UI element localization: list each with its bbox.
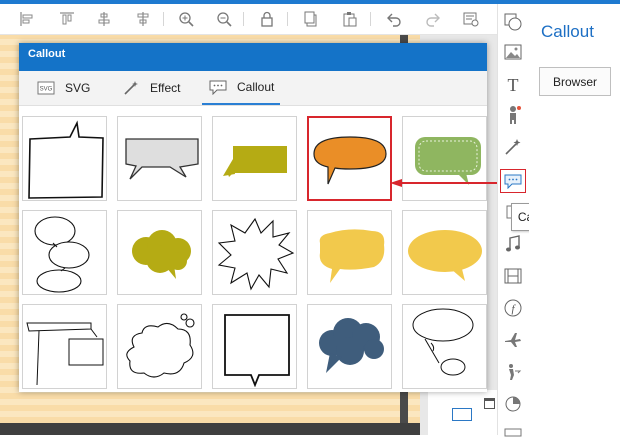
square-callout[interactable] <box>212 304 297 389</box>
toolbar-separator <box>163 12 164 26</box>
redo-icon[interactable] <box>423 9 443 29</box>
tab-callout[interactable]: Callout <box>202 71 281 105</box>
function-icon[interactable]: f <box>503 298 523 318</box>
shape-icon[interactable] <box>503 12 523 32</box>
navy-cloud-callout[interactable] <box>307 304 392 389</box>
distribute-icon[interactable] <box>133 9 153 29</box>
music-icon[interactable] <box>503 234 523 254</box>
toolbar-separator <box>370 12 371 26</box>
browse-button[interactable]: Browser <box>539 67 611 96</box>
image-icon[interactable] <box>503 42 523 62</box>
zoom-out-icon[interactable] <box>214 9 234 29</box>
yellow-blob-callout[interactable] <box>307 210 392 295</box>
timeline-strip <box>0 423 420 435</box>
magic-wand-icon <box>121 80 141 96</box>
olive-rect-callout[interactable] <box>212 116 297 201</box>
callout-gallery <box>19 106 487 392</box>
top-toolbar <box>0 4 497 35</box>
properties-panel: Callout Browser <box>529 4 620 435</box>
thought-bubble-callout[interactable] <box>22 210 107 295</box>
toolbar-separator <box>243 12 244 26</box>
orange-oval-callout[interactable] <box>307 116 392 201</box>
panel-title: Callout <box>541 22 594 41</box>
preview-rect-icon[interactable] <box>452 408 472 421</box>
dialog-title: Callout <box>19 43 487 71</box>
callout-icon[interactable] <box>500 169 526 193</box>
cloud-callout[interactable] <box>117 304 202 389</box>
video-icon[interactable] <box>503 266 523 286</box>
pie-chart-icon[interactable] <box>503 394 523 414</box>
scribble-oval-callout[interactable] <box>402 304 487 389</box>
dialog-tabs: SVG SVG Effect Callout <box>19 71 487 106</box>
paste-icon[interactable] <box>340 9 360 29</box>
align-center-icon[interactable] <box>94 9 114 29</box>
align-left-icon[interactable] <box>17 9 37 29</box>
character-icon[interactable] <box>503 105 523 125</box>
lock-icon[interactable] <box>257 9 277 29</box>
align-top-icon[interactable] <box>57 9 77 29</box>
rough-rect-callout[interactable] <box>22 116 107 201</box>
green-dotted-callout[interactable] <box>402 116 487 201</box>
text-icon[interactable]: T <box>503 75 523 95</box>
magic-wand-icon[interactable] <box>503 137 523 157</box>
copy-icon[interactable] <box>301 9 321 29</box>
maximize-icon[interactable] <box>484 398 495 409</box>
tab-effect[interactable]: Effect <box>121 71 180 105</box>
tab-label: Effect <box>150 81 181 95</box>
starburst-callout[interactable] <box>212 210 297 295</box>
undo-icon[interactable] <box>384 9 404 29</box>
svg-icon: SVG <box>36 80 56 96</box>
gray-ribbon-callout[interactable] <box>117 116 202 201</box>
svg-text:f: f <box>511 303 516 315</box>
callout-icon <box>208 79 228 95</box>
tab-svg[interactable]: SVG SVG <box>36 71 90 105</box>
properties-icon[interactable] <box>461 9 481 29</box>
svg-text:SVG: SVG <box>40 87 53 93</box>
tab-label: SVG <box>65 81 91 95</box>
callout-dialog: Callout SVG SVG Effect Callout <box>19 43 487 392</box>
airplane-icon[interactable] <box>503 330 523 350</box>
olive-cloud-callout[interactable] <box>117 210 202 295</box>
highlight-arrow <box>390 179 500 187</box>
double-box-callout[interactable] <box>22 304 107 389</box>
pointer-icon[interactable] <box>503 362 523 382</box>
more-icon[interactable] <box>503 422 523 442</box>
toolbar-separator <box>287 12 288 26</box>
yellow-oval-callout[interactable] <box>402 210 487 295</box>
tab-label: Callout <box>237 80 275 94</box>
zoom-in-icon[interactable] <box>176 9 196 29</box>
